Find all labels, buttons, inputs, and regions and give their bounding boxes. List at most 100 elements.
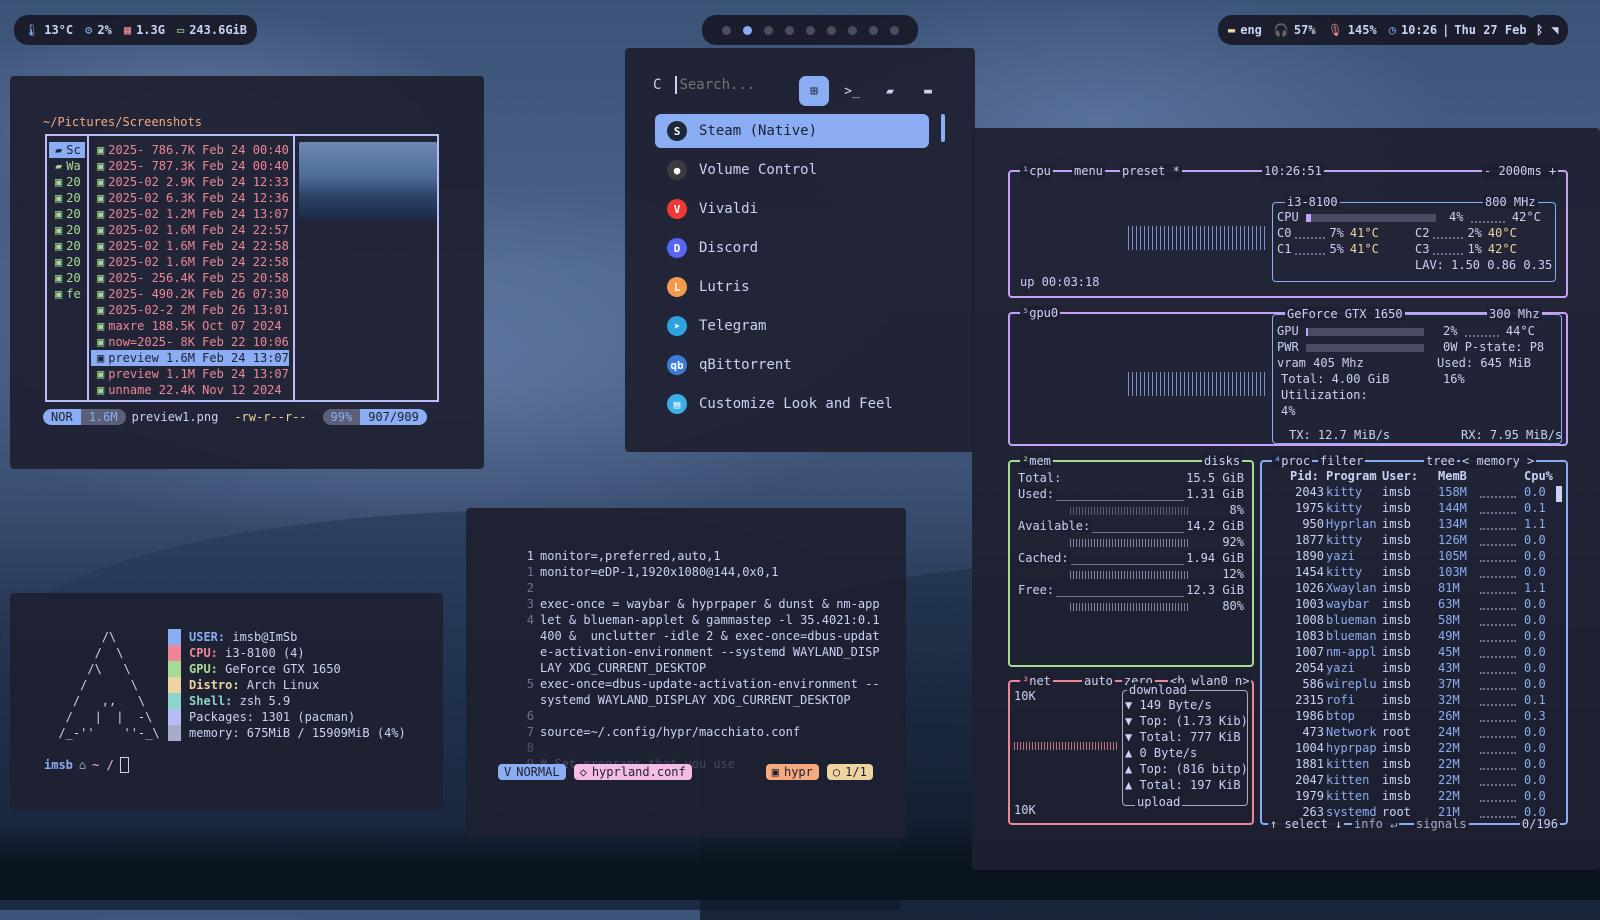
workspace-6[interactable] xyxy=(826,25,836,35)
code-line[interactable]: systemd WAYLAND_DISPLAY XDG_CURRENT_DESK… xyxy=(522,692,851,708)
app-item[interactable]: ▤ Customize Look and Feel xyxy=(655,387,929,421)
workspace-7[interactable] xyxy=(847,25,857,35)
gpu-panel-title[interactable]: ⁵gpu0 xyxy=(1020,306,1061,320)
workspace-2[interactable] xyxy=(742,25,752,35)
update-rate[interactable]: - 2000ms + xyxy=(1482,164,1559,178)
column-header[interactable]: User: xyxy=(1382,468,1418,484)
code-line[interactable]: 7 source=~/.config/hypr/macchiato.conf xyxy=(522,724,800,740)
neovim-editor-window[interactable]: 1 monitor=,preferred,auto,1 1 monitor=eDP-1… xyxy=(466,508,906,838)
file-row[interactable]: ▣ 2025-02 6.3K Feb 24 12:36 xyxy=(91,190,289,206)
proc-filter[interactable]: filter xyxy=(1318,454,1366,468)
code-line[interactable]: 6 xyxy=(522,708,540,724)
parent-item[interactable]: ▣ 20 xyxy=(49,254,85,270)
bar-cpu[interactable]: ⚙ 2% xyxy=(85,23,112,37)
app-item[interactable]: L Lutris xyxy=(655,270,929,304)
proc-scrollbar[interactable] xyxy=(1556,486,1562,502)
parent-item[interactable]: ▣ 20 xyxy=(49,174,85,190)
app-item[interactable]: ● Volume Control xyxy=(655,153,929,187)
file-row[interactable]: ▣ maxre 188.5K Oct 07 2024 xyxy=(91,318,289,334)
file-row[interactable]: ▣ preview 1.6M Feb 24 13:07 xyxy=(91,350,289,366)
terminal-icon[interactable]: >_ xyxy=(837,76,867,106)
column-header[interactable]: MemB xyxy=(1438,468,1467,484)
app-launcher-window[interactable]: C ⊞ >_ ▰ ▬ SSteam (Native) ●Volume Contro… xyxy=(625,48,975,452)
file-row[interactable]: ▣ 2025- 786.7K Feb 24 00:40 xyxy=(91,142,289,158)
bar-volume[interactable]: 🎧 57% xyxy=(1274,23,1316,37)
bar-ram[interactable]: ▦ 1.3G xyxy=(124,23,165,37)
file-row[interactable]: ▣ 2025- 490.2K Feb 26 07:30 xyxy=(91,286,289,302)
mem-panel-title[interactable]: ²mem xyxy=(1020,454,1053,468)
proc-sort[interactable]: < memory > xyxy=(1460,454,1537,468)
menu-button[interactable]: menu xyxy=(1072,164,1105,178)
file-row[interactable]: ▣ 2025- 256.4K Feb 25 20:58 xyxy=(91,270,289,286)
bar-mic[interactable]: 🎙 145% xyxy=(1328,23,1377,37)
file-row[interactable]: ▣ unname 22.4K Nov 12 2024 xyxy=(91,382,289,398)
btop-window[interactable]: ¹cpu menu preset * 10:26:51 - 2000ms + u… xyxy=(972,128,1600,870)
preset-button[interactable]: preset * xyxy=(1120,164,1182,178)
proc-tree-toggle[interactable]: tree xyxy=(1424,454,1457,468)
app-item[interactable]: qb qBittorrent xyxy=(655,348,929,382)
code-line[interactable]: 5 exec-once=dbus-update-activation-enviro… xyxy=(522,676,880,692)
disks-toggle[interactable]: disks xyxy=(1202,454,1243,468)
parent-item[interactable]: ▣ fe xyxy=(49,286,85,302)
wifi-icon[interactable]: ◥ xyxy=(1551,23,1558,37)
code-line[interactable]: 1 monitor=,preferred,auto,1 xyxy=(522,548,721,564)
code-line[interactable]: 2 xyxy=(522,580,540,596)
net-auto[interactable]: auto xyxy=(1082,674,1115,688)
parent-item[interactable]: ▰ Sc xyxy=(49,142,85,158)
code-line[interactable]: e-activation-environment --systemd WAYLA… xyxy=(522,644,880,660)
parent-item[interactable]: ▣ 20 xyxy=(49,222,85,238)
launcher-scrollbar[interactable] xyxy=(941,114,945,142)
code-line[interactable]: LAY XDG_CURRENT_DESKTOP xyxy=(522,660,706,676)
file-row[interactable]: ▣ 2025-02 1.6M Feb 24 22:58 xyxy=(91,238,289,254)
proc-select[interactable]: ↑ select ↓ xyxy=(1268,817,1345,831)
app-item[interactable]: V Vivaldi xyxy=(655,192,929,226)
bar-disk[interactable]: ▭ 243.6GiB xyxy=(177,23,247,37)
workspace-9[interactable] xyxy=(889,25,899,35)
workspace-8[interactable] xyxy=(868,25,878,35)
code-line[interactable]: 8 xyxy=(522,740,540,756)
file-row[interactable]: ▣ 2025-02 1.6M Feb 24 22:58 xyxy=(91,254,289,270)
app-item[interactable]: D Discord xyxy=(655,231,929,265)
file-row[interactable]: ▣ preview 1.1M Feb 24 13:07 xyxy=(91,366,289,382)
code-line[interactable]: 4 let & blueman-applet & gammastep -l 35.… xyxy=(522,612,880,628)
proc-panel-title[interactable]: ⁴proc xyxy=(1272,454,1313,468)
column-header[interactable]: Cpu% xyxy=(1524,468,1553,484)
parent-item[interactable]: ▣ 20 xyxy=(49,238,85,254)
folder-icon[interactable]: ▰ xyxy=(875,76,905,106)
bluetooth-icon[interactable]: ᛒ xyxy=(1536,23,1543,37)
apps-grid-icon[interactable]: ⊞ xyxy=(799,76,829,106)
proc-signals[interactable]: signals xyxy=(1414,817,1469,831)
workspace-4[interactable] xyxy=(784,25,794,35)
yazi-file-manager-window[interactable]: ~/Pictures/Screenshots ▰ Sc ▰ Wa ▣ 20 ▣ 20 ▣ 20 ▣ 2… xyxy=(10,76,484,469)
file-row[interactable]: ▣ now=2025- 8K Feb 22 10:06 xyxy=(91,334,289,350)
parent-item[interactable]: ▣ 20 xyxy=(49,206,85,222)
column-header[interactable]: Pid: xyxy=(1290,468,1319,484)
file-row[interactable]: ▣ 2025-02-2 2M Feb 26 13:01 xyxy=(91,302,289,318)
workspace-5[interactable] xyxy=(805,25,815,35)
file-row[interactable]: ▣ 2025-02 1.6M Feb 24 22:57 xyxy=(91,222,289,238)
workspace-3[interactable] xyxy=(763,25,773,35)
parent-item[interactable]: ▣ 20 xyxy=(49,270,85,286)
proc-info[interactable]: info ↵ xyxy=(1352,817,1400,831)
file-row[interactable]: ▣ 2025-02 2.9K Feb 24 12:33 xyxy=(91,174,289,190)
file-row[interactable]: ▣ 2025- 787.3K Feb 24 00:40 xyxy=(91,158,289,174)
cpu-panel-title[interactable]: ¹cpu xyxy=(1020,164,1053,178)
file-row[interactable]: ▣ 2025-02 1.2M Feb 24 13:07 xyxy=(91,206,289,222)
parent-item[interactable]: ▰ Wa xyxy=(49,158,85,174)
code-line[interactable]: 1 monitor=eDP-1,1920x1080@144,0x0,1 xyxy=(522,564,779,580)
shell-prompt[interactable]: imsb ⌂ ~ / xyxy=(44,757,129,773)
code-line[interactable]: 3 exec-once = waybar & hyprpaper & dunst … xyxy=(522,596,880,612)
search-input[interactable] xyxy=(675,76,792,94)
workspace-1[interactable] xyxy=(721,25,731,35)
window-icon[interactable]: ▬ xyxy=(913,76,943,106)
bar-clock[interactable]: ◷ 10:26 | Thu 27 Feb xyxy=(1389,23,1527,37)
bar-language[interactable]: ▬ eng xyxy=(1228,23,1262,37)
app-item[interactable]: S Steam (Native) xyxy=(655,114,929,148)
column-header[interactable]: Program xyxy=(1326,468,1377,484)
code-line[interactable]: 400 & unclutter -idle 2 & exec-once=dbus… xyxy=(522,628,880,644)
net-panel-title[interactable]: ³net xyxy=(1020,674,1053,688)
parent-item[interactable]: ▣ 20 xyxy=(49,190,85,206)
bar-temp[interactable]: 🌡 13°C xyxy=(24,23,73,37)
fastfetch-terminal-window[interactable]: /\ / \ /\ \ / \ / ,, \ / | | -\ /_-'' ''… xyxy=(10,593,443,810)
app-item[interactable]: ➤ Telegram xyxy=(655,309,929,343)
